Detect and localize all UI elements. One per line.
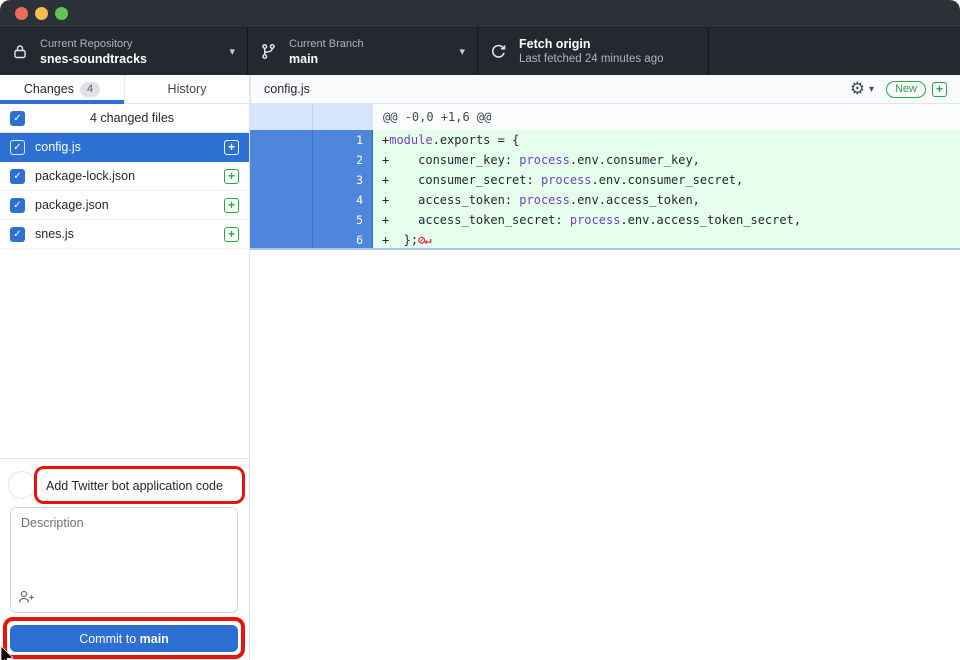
- tab-history-label: History: [168, 82, 207, 96]
- commit-button-branch: main: [140, 632, 169, 646]
- file-row-package-lock-json[interactable]: ✓ package-lock.json +: [0, 162, 249, 191]
- current-repository-selector[interactable]: Current Repository snes-soundtracks ▾: [0, 28, 248, 75]
- diff-line[interactable]: 4 + access_token: process.env.access_tok…: [250, 190, 960, 210]
- file-name: snes.js: [35, 227, 224, 241]
- git-branch-icon: [260, 43, 277, 60]
- changed-files-count: 4 changed files: [25, 111, 239, 125]
- diff-line-code: +module.exports = {: [373, 130, 960, 150]
- commit-button-label: Commit to: [79, 632, 139, 646]
- no-newline-icon: ⊘↵: [418, 233, 430, 247]
- diff-gutter-old: [250, 190, 312, 210]
- file-row-package-json[interactable]: ✓ package.json +: [0, 191, 249, 220]
- tab-history[interactable]: History: [125, 75, 250, 103]
- diff-line[interactable]: 1 +module.exports = {: [250, 130, 960, 150]
- fetch-label: Fetch origin: [519, 36, 696, 52]
- file-checkbox[interactable]: ✓: [10, 198, 25, 213]
- diff-gutter-old: [250, 130, 312, 150]
- new-file-badge: New: [886, 81, 926, 98]
- diff-view: @@ -0,0 +1,6 @@ 1 +module.exports = { 2 …: [250, 104, 960, 660]
- file-row-snes-js[interactable]: ✓ snes.js +: [0, 220, 249, 249]
- file-name: package.json: [35, 198, 224, 212]
- changes-sidebar: ✓ 4 changed files ✓ config.js + ✓ packag…: [0, 104, 250, 660]
- chevron-down-icon: ▾: [459, 45, 465, 58]
- diff-line[interactable]: 6 + };⊘↵: [250, 230, 960, 250]
- file-added-icon: +: [224, 198, 239, 213]
- file-checkbox[interactable]: ✓: [10, 169, 25, 184]
- chevron-down-icon: ▾: [229, 45, 235, 58]
- diff-added-icon: +: [932, 82, 947, 97]
- fetch-origin-button[interactable]: Fetch origin Last fetched 24 minutes ago: [478, 28, 709, 75]
- diff-line[interactable]: 2 + consumer_key: process.env.consumer_k…: [250, 150, 960, 170]
- lock-icon: [12, 43, 28, 60]
- diff-gutter-old: [250, 230, 312, 248]
- diff-line-code: + };⊘↵: [373, 230, 960, 248]
- diff-line-code: + access_token_secret: process.env.acces…: [373, 210, 960, 230]
- titlebar: [0, 0, 960, 28]
- gear-icon[interactable]: ⚙: [850, 81, 865, 97]
- file-checkbox[interactable]: ✓: [10, 227, 25, 242]
- close-window-button[interactable]: [15, 7, 28, 20]
- avatar: [8, 471, 36, 499]
- diff-file-name: config.js: [264, 82, 850, 96]
- diff-line-code: + access_token: process.env.access_token…: [373, 190, 960, 210]
- changed-files-header: ✓ 4 changed files: [0, 104, 249, 133]
- file-added-icon: +: [224, 227, 239, 242]
- diff-file-header: config.js ⚙ ▾ New +: [250, 75, 960, 104]
- current-branch-selector[interactable]: Current Branch main ▾: [248, 28, 478, 75]
- hunk-header-text: @@ -0,0 +1,6 @@: [373, 104, 960, 130]
- hunk-gutter-old: [250, 104, 312, 130]
- commit-button[interactable]: Commit to main: [10, 625, 238, 652]
- select-all-checkbox[interactable]: ✓: [10, 111, 25, 126]
- repository-name: snes-soundtracks: [40, 51, 221, 67]
- sync-icon: [490, 43, 507, 60]
- repository-label: Current Repository: [40, 37, 221, 51]
- diff-line[interactable]: 3 + consumer_secret: process.env.consume…: [250, 170, 960, 190]
- branch-name: main: [289, 51, 451, 67]
- file-name: package-lock.json: [35, 169, 224, 183]
- file-checkbox[interactable]: ✓: [10, 140, 25, 155]
- changes-count-badge: 4: [80, 82, 100, 97]
- fetch-status: Last fetched 24 minutes ago: [519, 52, 696, 67]
- diff-line[interactable]: 5 + access_token_secret: process.env.acc…: [250, 210, 960, 230]
- diff-line-number: 6: [312, 230, 373, 248]
- diff-line-code: + consumer_key: process.env.consumer_key…: [373, 150, 960, 170]
- zoom-window-button[interactable]: [55, 7, 68, 20]
- diff-line-number: 1: [312, 130, 373, 150]
- diff-line-number: 3: [312, 170, 373, 190]
- tab-changes[interactable]: Changes 4: [0, 75, 125, 103]
- add-coauthor-icon[interactable]: [17, 589, 35, 610]
- diff-line-number: 2: [312, 150, 373, 170]
- diff-gutter-old: [250, 210, 312, 230]
- commit-form: Commit to main: [0, 458, 249, 660]
- hunk-gutter-new: [312, 104, 373, 130]
- toolbar: Current Repository snes-soundtracks ▾ Cu…: [0, 28, 960, 75]
- commit-summary-input[interactable]: [40, 472, 238, 499]
- github-desktop-window: Current Repository snes-soundtracks ▾ Cu…: [0, 0, 960, 660]
- file-name: config.js: [35, 140, 224, 154]
- diff-line-number: 5: [312, 210, 373, 230]
- diff-gutter-old: [250, 150, 312, 170]
- branch-label: Current Branch: [289, 37, 451, 51]
- file-added-icon: +: [224, 169, 239, 184]
- commit-description-input[interactable]: [10, 507, 238, 613]
- diff-line-number: 4: [312, 190, 373, 210]
- diff-gutter-old: [250, 170, 312, 190]
- chevron-down-icon[interactable]: ▾: [869, 84, 874, 95]
- sidebar-tabbar: Changes 4 History: [0, 75, 250, 104]
- file-added-icon: +: [224, 140, 239, 155]
- diff-line-code: + consumer_secret: process.env.consumer_…: [373, 170, 960, 190]
- tab-changes-label: Changes: [24, 82, 74, 96]
- hunk-header-row: @@ -0,0 +1,6 @@: [250, 104, 960, 130]
- minimize-window-button[interactable]: [35, 7, 48, 20]
- file-row-config-js[interactable]: ✓ config.js +: [0, 133, 249, 162]
